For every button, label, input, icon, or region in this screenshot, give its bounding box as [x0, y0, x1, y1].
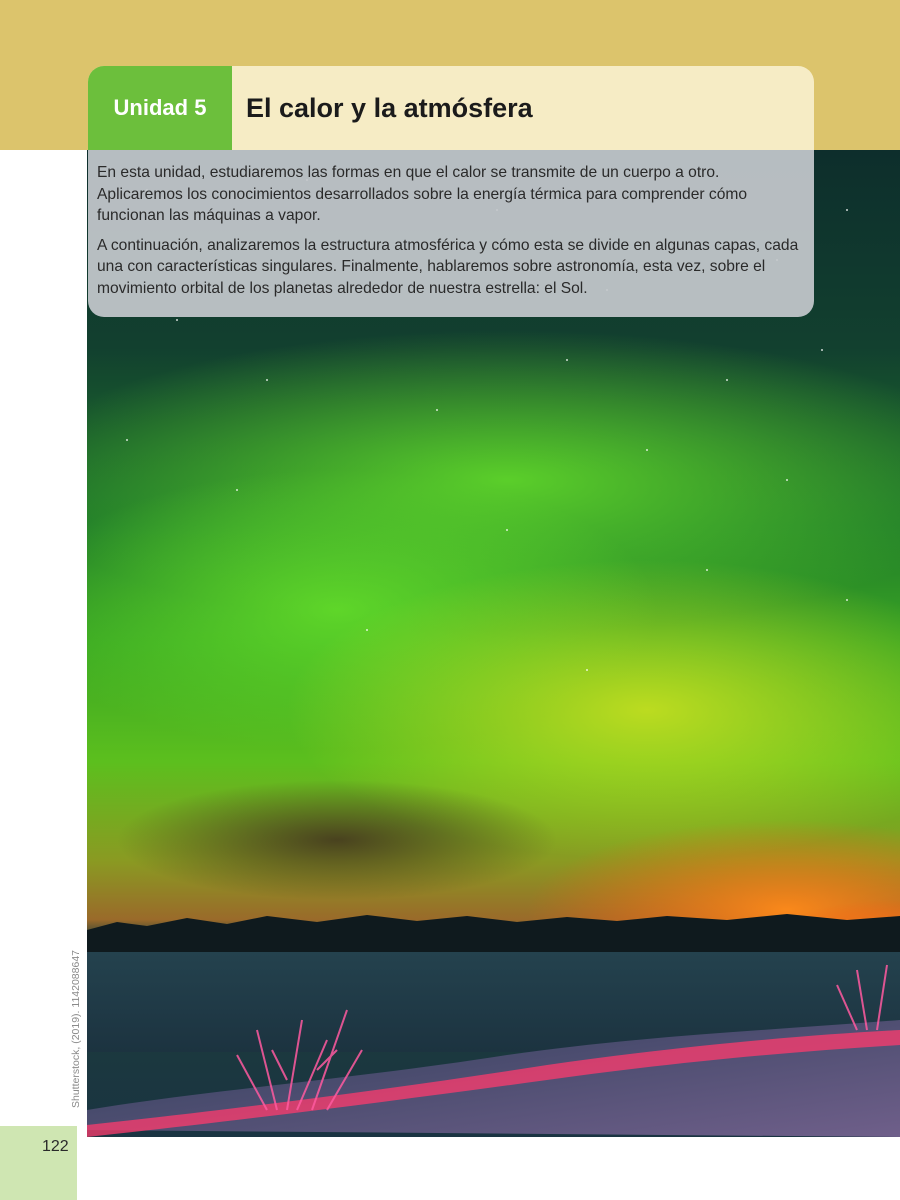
intro-paragraph: En esta unidad, estudiaremos las formas …	[97, 164, 748, 224]
unit-label: Unidad 5	[88, 66, 232, 150]
unit-header-card: Unidad 5 El calor y la atmósfera	[88, 66, 814, 150]
page-number: 122	[42, 1138, 69, 1155]
intro-text-box: En esta unidad, estudiaremos las formas …	[88, 150, 814, 317]
intro-paragraph: A continuación, analizaremos la estructu…	[97, 236, 799, 297]
photo-credit: Shutterstock, (2019). 1142088647	[70, 950, 82, 1108]
unit-title: El calor y la atmósfera	[246, 92, 533, 123]
